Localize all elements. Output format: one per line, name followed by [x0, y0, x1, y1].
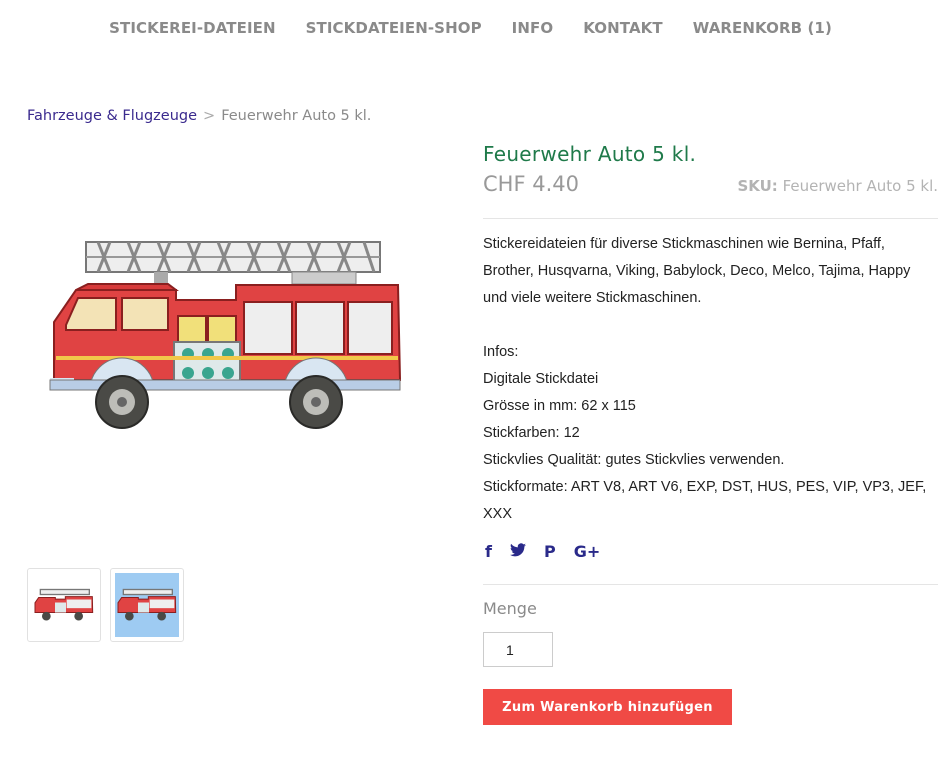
main-navigation: STICKEREI-DATEIEN STICKDATEIEN-SHOP INFO… — [0, 18, 941, 38]
divider — [483, 218, 938, 219]
infos-heading: Infos: — [483, 344, 519, 360]
thumbnail-white[interactable] — [27, 568, 101, 642]
breadcrumb: Fahrzeuge & Flugzeuge > Feuerwehr Auto 5 k… — [27, 108, 371, 124]
description-line: und viele weitere Stickmaschinen. — [483, 290, 702, 306]
info-line: Digitale Stickdatei — [483, 371, 599, 387]
breadcrumb-category-link[interactable]: Fahrzeuge & Flugzeuge — [27, 108, 197, 124]
nav-item-info[interactable]: INFO — [497, 18, 569, 38]
nav-item-stickdateien-shop[interactable]: STICKDATEIEN-SHOP — [291, 18, 497, 38]
info-line: Grösse in mm: 62 x 115 — [483, 398, 636, 414]
thumbnail-blue[interactable] — [110, 568, 184, 642]
fire-truck-thumbnail-icon — [34, 588, 94, 621]
info-line: Stickfarben: 12 — [483, 425, 580, 441]
breadcrumb-current: Feuerwehr Auto 5 kl. — [221, 108, 372, 124]
product-main-image[interactable] — [48, 230, 408, 440]
info-line: Stickformate: ART V8, ART V6, EXP, DST, … — [483, 479, 927, 495]
nav-item-stickerei-dateien[interactable]: STICKEREI-DATEIEN — [94, 18, 291, 38]
info-line: Stickvlies Qualität: gutes Stickvlies ve… — [483, 452, 785, 468]
fire-truck-image — [49, 241, 402, 429]
sku-value: Feuerwehr Auto 5 kl. — [782, 177, 938, 195]
description-line: Brother, Husqvarna, Viking, Babylock, De… — [483, 263, 911, 279]
twitter-icon[interactable] — [509, 542, 526, 562]
sku-label: SKU: — [737, 177, 778, 195]
product-sku: SKU: Feuerwehr Auto 5 kl. — [737, 177, 938, 195]
product-details: Feuerwehr Auto 5 kl. CHF 4.40 SKU: Feuer… — [483, 142, 938, 725]
product-thumbnails — [27, 568, 184, 642]
quantity-label: Menge — [483, 599, 537, 618]
breadcrumb-separator: > — [203, 108, 216, 124]
product-title: Feuerwehr Auto 5 kl. — [483, 142, 697, 166]
divider — [483, 584, 938, 585]
twitter-bird-icon — [509, 543, 526, 557]
info-line: XXX — [483, 506, 513, 522]
product-description: Stickereidateien für diverse Stickmaschi… — [483, 231, 938, 528]
nav-item-kontakt[interactable]: KONTAKT — [568, 18, 678, 38]
facebook-icon[interactable]: f — [485, 542, 492, 562]
fire-truck-thumbnail-icon — [117, 588, 177, 621]
add-to-cart-button[interactable]: Zum Warenkorb hinzufügen — [483, 689, 732, 725]
quantity-input[interactable] — [483, 632, 553, 667]
pinterest-icon[interactable]: P — [544, 542, 556, 562]
social-share: f P G+ — [485, 542, 938, 562]
product-price: CHF 4.40 — [483, 172, 579, 196]
price-row: CHF 4.40 SKU: Feuerwehr Auto 5 kl. — [483, 172, 938, 196]
googleplus-icon[interactable]: G+ — [574, 542, 601, 562]
nav-item-warenkorb[interactable]: WARENKORB (1) — [678, 18, 847, 38]
description-line: Stickereidateien für diverse Stickmaschi… — [483, 236, 885, 252]
